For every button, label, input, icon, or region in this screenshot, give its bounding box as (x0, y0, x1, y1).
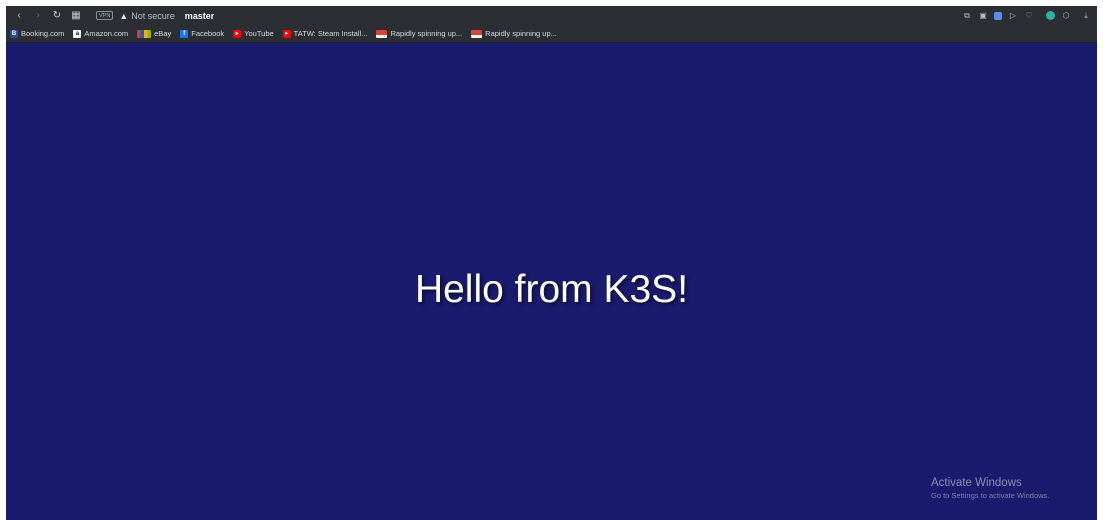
watermark-title: Activate Windows (931, 477, 1022, 489)
vpn-badge[interactable]: VPN (96, 11, 114, 20)
bookmark-label: Amazon.com (84, 29, 129, 38)
amazon-icon: a (73, 29, 82, 38)
page-content: Hello from K3S! Activate Windows Go to S… (6, 43, 1097, 520)
bookmark-label: eBay (154, 29, 172, 38)
bookmark-amazon[interactable]: a Amazon.com (73, 29, 128, 38)
bookmark-label: Facebook (191, 29, 225, 38)
bookmark-ebay[interactable]: eBay (137, 29, 171, 38)
bookmark-label: Booking.com (21, 29, 65, 38)
reader-icon[interactable]: ▣ (978, 11, 988, 21)
bookmark-rapidly-2[interactable]: Rapidly spinning up... (471, 29, 557, 38)
article-icon (376, 29, 388, 38)
youtube-icon: ▸ (282, 29, 291, 38)
screenshot-icon[interactable]: ⧉ (962, 11, 972, 21)
bookmark-label: Rapidly spinning up... (485, 29, 557, 38)
page-heading: Hello from K3S! (414, 268, 689, 311)
toolbar-right-icons: ⧉ ▣ ▷ ♡ ⬡ ⤓ (956, 11, 1091, 21)
security-status[interactable]: Not secure (131, 11, 175, 21)
bookmark-facebook[interactable]: f Facebook (180, 29, 224, 38)
shield-icon[interactable] (994, 11, 1002, 20)
download-icon[interactable]: ⤓ (1081, 11, 1091, 21)
reload-icon[interactable]: ↻ (50, 9, 64, 23)
browser-toolbar: ‹ › ↻ ▦ VPN ▲ Not secure master ⧉ ▣ ▷ ♡ … (6, 6, 1097, 25)
bookmarks-bar: B Booking.com a Amazon.com eBay f Facebo… (6, 25, 1097, 43)
bookmark-rapidly-1[interactable]: Rapidly spinning up... (376, 29, 462, 38)
watermark-subtitle: Go to Settings to activate Windows. (931, 491, 1050, 500)
play-icon[interactable]: ▷ (1008, 11, 1018, 21)
bookmark-label: YouTube (244, 29, 274, 38)
forward-icon[interactable]: › (31, 9, 45, 23)
browser-window: ‹ › ↻ ▦ VPN ▲ Not secure master ⧉ ▣ ▷ ♡ … (6, 6, 1097, 520)
back-icon[interactable]: ‹ (12, 9, 26, 23)
address-bar-host[interactable]: master (185, 11, 215, 21)
booking-icon: B (10, 29, 18, 38)
bookmark-booking[interactable]: B Booking.com (10, 29, 64, 38)
article-icon (471, 29, 483, 38)
warning-icon[interactable]: ▲ (119, 11, 128, 21)
activation-watermark: Activate Windows Go to Settings to activ… (931, 477, 1049, 500)
extension-icon[interactable] (1046, 11, 1055, 20)
bookmark-label: TATW: Steam Install... (293, 29, 368, 38)
heart-icon[interactable]: ♡ (1024, 11, 1034, 21)
bookmark-youtube[interactable]: ▸ YouTube (233, 29, 274, 38)
cube-icon[interactable]: ⬡ (1061, 11, 1071, 21)
youtube-icon: ▸ (233, 29, 242, 38)
tab-grid-icon[interactable]: ▦ (69, 9, 83, 23)
ebay-icon (137, 29, 152, 38)
facebook-icon: f (180, 29, 189, 38)
bookmark-label: Rapidly spinning up... (390, 29, 463, 38)
bookmark-tatw[interactable]: ▸ TATW: Steam Install... (282, 29, 368, 38)
